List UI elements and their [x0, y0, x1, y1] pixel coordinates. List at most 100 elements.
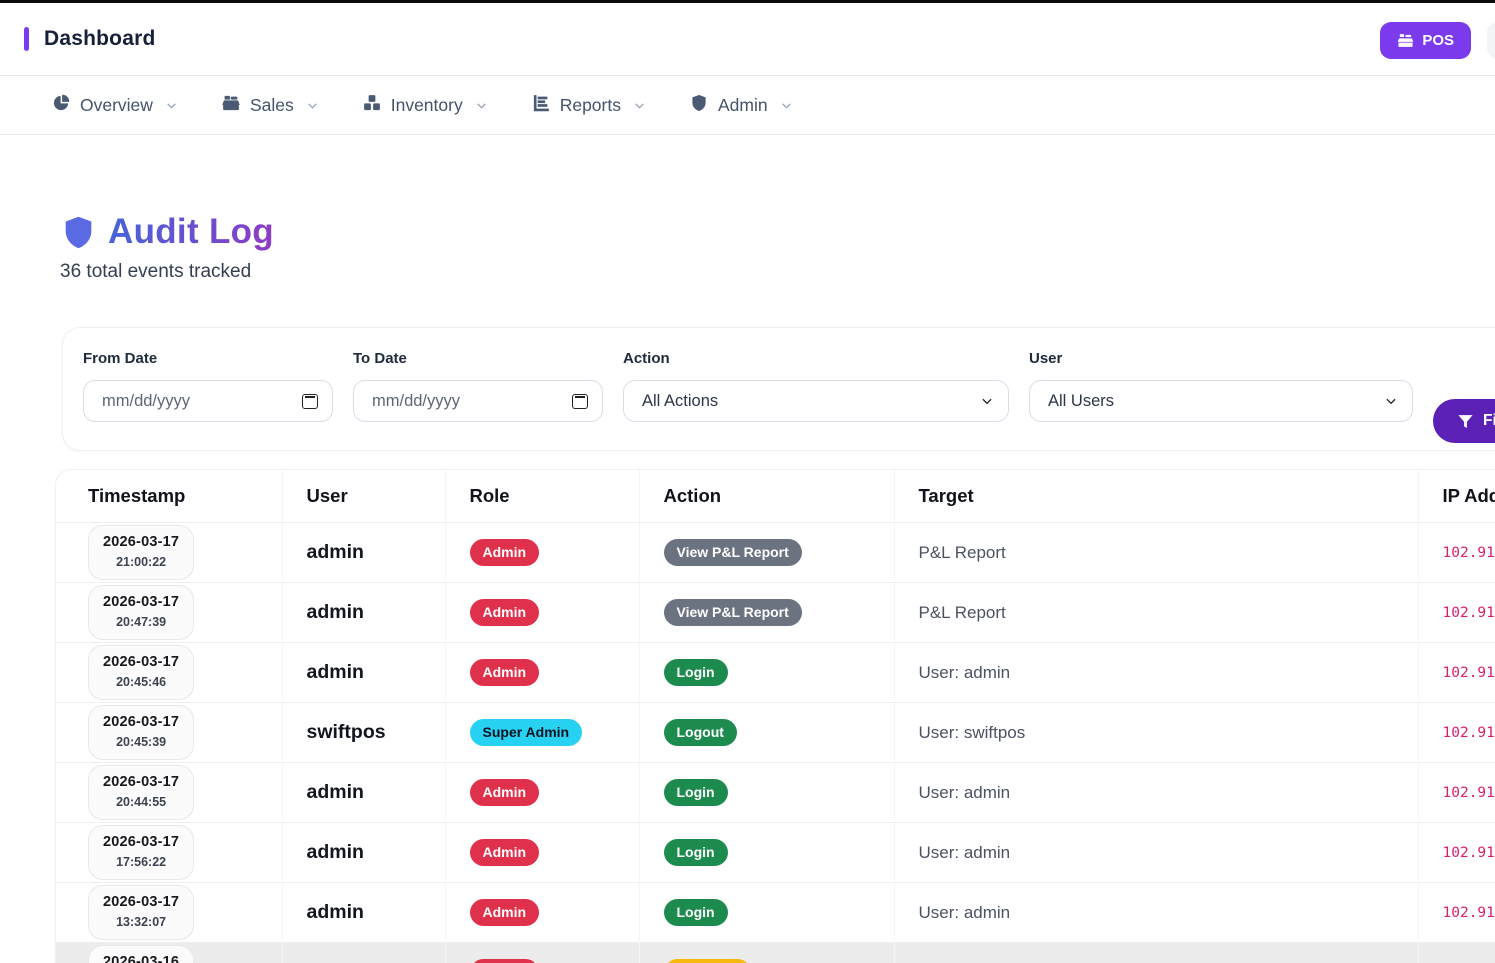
action-badge: Edit User — [664, 959, 751, 963]
role-badge: Admin — [470, 899, 540, 926]
ip-address-cell: 102.91 — [1443, 665, 1495, 681]
role-badge: Super Admin — [470, 719, 583, 746]
nav-item-sales[interactable]: Sales — [222, 94, 319, 117]
table-row[interactable]: 2026-03-17 20:44:55 admin Admin Login Us… — [56, 763, 1495, 823]
table-row[interactable]: 2026-03-17 13:32:07 admin Admin Login Us… — [56, 883, 1495, 943]
timestamp-pill: 2026-03-16 21:37:37 — [88, 945, 194, 963]
filter-button-label: Filter — [1483, 412, 1495, 430]
target-cell: User: admin — [919, 663, 1011, 682]
column-header: Role — [445, 470, 639, 523]
chevron-down-icon — [306, 99, 319, 112]
action-badge: Logout — [664, 719, 737, 746]
role-badge: Admin — [470, 599, 540, 626]
user-cell: admin — [307, 781, 364, 803]
action-label: Action — [623, 350, 1009, 367]
action-badge: View P&L Report — [664, 599, 802, 626]
action-badge: Login — [664, 659, 728, 686]
role-badge: Admin — [470, 659, 540, 686]
user-cell: admin — [307, 841, 364, 863]
to-date-label: To Date — [353, 350, 603, 367]
table-row[interactable]: 2026-03-17 20:45:46 admin Admin Login Us… — [56, 643, 1495, 703]
table-row[interactable]: 2026-03-17 21:00:22 admin Admin View P&L… — [56, 523, 1495, 583]
audit-log-title: Audit Log — [108, 212, 274, 252]
timestamp-pill: 2026-03-17 13:32:07 — [88, 885, 194, 940]
table-row[interactable]: 2026-03-17 20:47:39 admin Admin View P&L… — [56, 583, 1495, 643]
target-cell: User: admin — [919, 783, 1011, 802]
pos-button[interactable]: POS — [1380, 22, 1471, 59]
action-badge: Login — [664, 899, 728, 926]
events-count-subtitle: 36 total events tracked — [60, 261, 1495, 283]
timestamp-pill: 2026-03-17 17:56:22 — [88, 825, 194, 880]
column-header: Target — [894, 470, 1418, 523]
table-row[interactable]: 2026-03-17 20:45:39 swiftpos Super Admin… — [56, 703, 1495, 763]
bar-chart-icon — [532, 94, 550, 117]
pie-chart-icon — [52, 94, 70, 117]
chevron-down-icon — [165, 99, 178, 112]
shield-icon — [690, 94, 708, 117]
from-date-input[interactable]: mm/dd/yyyy — [83, 380, 333, 422]
chevron-down-icon — [980, 394, 994, 408]
table-row[interactable]: 2026-03-16 21:37:37 admin Admin Edit Use… — [56, 943, 1495, 963]
user-select[interactable]: All Users — [1029, 380, 1413, 422]
role-badge: Admin — [470, 839, 540, 866]
calendar-icon[interactable] — [302, 394, 318, 409]
action-select[interactable]: All Actions — [623, 380, 1009, 422]
chevron-down-icon — [780, 99, 793, 112]
page-title: Dashboard — [44, 27, 156, 51]
user-cell: admin — [307, 541, 364, 563]
target-cell: User: admin — [919, 843, 1011, 862]
ip-address-cell: 102.91 — [1443, 605, 1495, 621]
target-cell: User: swiftpos — [919, 723, 1026, 742]
cash-register-icon — [1397, 32, 1414, 49]
action-badge: View P&L Report — [664, 539, 802, 566]
action-badge: Login — [664, 779, 728, 806]
role-badge: Admin — [470, 539, 540, 566]
target-cell: P&L Report — [919, 543, 1006, 562]
column-header: Timestamp — [56, 470, 282, 523]
ip-address-cell: 102.91 — [1443, 545, 1495, 561]
boxes-icon — [363, 94, 381, 117]
filter-card: From Date mm/dd/yyyy To Date mm/dd/yyyy … — [62, 327, 1495, 451]
user-label: User — [1029, 350, 1413, 367]
target-cell: P&L Report — [919, 603, 1006, 622]
shield-icon — [60, 214, 97, 251]
column-header: IP Address — [1418, 470, 1495, 523]
ip-address-cell: 102.91 — [1443, 785, 1495, 801]
role-badge: Admin — [470, 779, 540, 806]
user-cell: admin — [307, 601, 364, 623]
app-header: Dashboard POS — [0, 0, 1495, 76]
column-header: Action — [639, 470, 894, 523]
filter-button[interactable]: Filter — [1433, 399, 1495, 443]
role-badge: Admin — [470, 959, 540, 963]
nav-item-admin[interactable]: Admin — [690, 94, 793, 117]
title-accent-bar — [24, 27, 29, 51]
nav-item-inventory[interactable]: Inventory — [363, 94, 488, 117]
chevron-down-icon — [475, 99, 488, 112]
user-cell: admin — [307, 901, 364, 923]
timestamp-pill: 2026-03-17 20:45:46 — [88, 645, 194, 700]
timestamp-pill: 2026-03-17 20:47:39 — [88, 585, 194, 640]
timestamp-pill: 2026-03-17 21:00:22 — [88, 525, 194, 580]
chevron-down-icon — [633, 99, 646, 112]
chevron-down-icon — [1384, 394, 1398, 408]
action-badge: Login — [664, 839, 728, 866]
funnel-icon — [1457, 413, 1474, 430]
nav-item-reports[interactable]: Reports — [532, 94, 646, 117]
timestamp-pill: 2026-03-17 20:45:39 — [88, 705, 194, 760]
cash-register-icon — [222, 94, 240, 117]
to-date-input[interactable]: mm/dd/yyyy — [353, 380, 603, 422]
table-row[interactable]: 2026-03-17 17:56:22 admin Admin Login Us… — [56, 823, 1495, 883]
column-header: User — [282, 470, 445, 523]
target-cell: User: admin — [919, 903, 1011, 922]
ip-address-cell: 102.91 — [1443, 725, 1495, 741]
main-nav: Overview Sales Inventory Reports Admin — [0, 76, 1495, 135]
clipped-header-button[interactable] — [1487, 22, 1495, 59]
timestamp-pill: 2026-03-17 20:44:55 — [88, 765, 194, 820]
user-cell: swiftpos — [307, 721, 386, 743]
from-date-label: From Date — [83, 350, 333, 367]
nav-item-overview[interactable]: Overview — [52, 94, 178, 117]
pos-button-label: POS — [1422, 32, 1454, 49]
ip-address-cell: 102.91 — [1443, 905, 1495, 921]
ip-address-cell: 102.91 — [1443, 845, 1495, 861]
calendar-icon[interactable] — [572, 394, 588, 409]
